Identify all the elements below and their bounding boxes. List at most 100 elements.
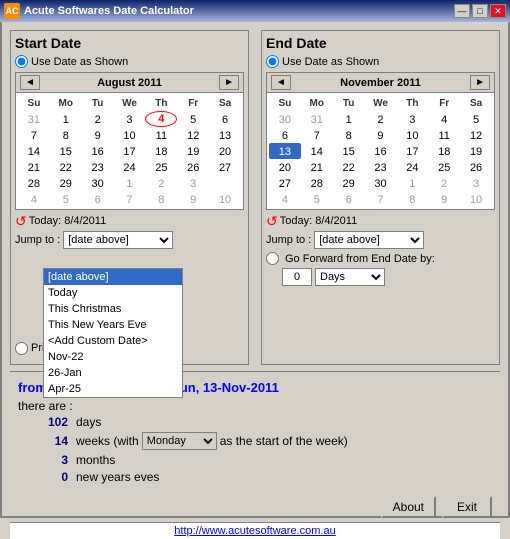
start-cal-day-selected[interactable]: 4 <box>145 111 177 127</box>
end-cal-day[interactable]: 30 <box>269 111 301 127</box>
end-cal-day[interactable]: 21 <box>301 159 333 175</box>
end-cal-day[interactable]: 9 <box>365 127 397 143</box>
dropdown-item-add-custom[interactable]: <Add Custom Date> <box>44 333 182 349</box>
end-cal-day[interactable]: 3 <box>460 175 492 191</box>
start-cal-day[interactable]: 23 <box>82 159 114 175</box>
start-cal-day[interactable]: 31 <box>18 111 50 127</box>
start-cal-day[interactable]: 8 <box>50 127 82 143</box>
start-prior-radio[interactable] <box>15 342 28 355</box>
start-cal-day[interactable]: 21 <box>18 159 50 175</box>
end-cal-day[interactable]: 18 <box>428 143 460 159</box>
start-use-date-radio[interactable] <box>15 55 28 68</box>
dropdown-item-christmas[interactable]: This Christmas <box>44 301 182 317</box>
start-cal-day[interactable]: 10 <box>209 191 241 207</box>
end-cal-day[interactable]: 8 <box>333 127 365 143</box>
start-cal-day[interactable]: 6 <box>209 111 241 127</box>
end-cal-day[interactable]: 19 <box>460 143 492 159</box>
end-cal-prev[interactable]: ◄ <box>271 75 291 90</box>
end-cal-day[interactable]: 10 <box>396 127 428 143</box>
dropdown-item-26jan[interactable]: 26-Jan <box>44 365 182 381</box>
end-go-days-select[interactable]: Days Weeks Months <box>315 268 385 286</box>
start-cal-day[interactable]: 3 <box>114 111 146 127</box>
dropdown-item-today[interactable]: Today <box>44 285 182 301</box>
result-week-select[interactable]: Monday Sunday Saturday <box>142 432 217 450</box>
end-go-input[interactable] <box>282 268 312 286</box>
start-cal-day[interactable]: 26 <box>177 159 209 175</box>
end-cal-day[interactable]: 1 <box>396 175 428 191</box>
end-cal-day[interactable]: 2 <box>428 175 460 191</box>
start-cal-day[interactable]: 5 <box>50 191 82 207</box>
end-use-date-radio[interactable] <box>266 55 279 68</box>
end-cal-day[interactable]: 31 <box>301 111 333 127</box>
start-cal-day[interactable]: 8 <box>145 191 177 207</box>
start-cal-day[interactable]: 27 <box>209 159 241 175</box>
end-cal-day[interactable]: 12 <box>460 127 492 143</box>
end-cal-day[interactable]: 14 <box>301 143 333 159</box>
end-cal-day[interactable]: 16 <box>365 143 397 159</box>
start-cal-day[interactable]: 9 <box>82 127 114 143</box>
end-cal-day[interactable]: 6 <box>333 191 365 207</box>
end-jump-select[interactable]: [date above] Today This Christmas <box>314 231 424 249</box>
start-cal-day[interactable]: 15 <box>50 143 82 159</box>
start-cal-day[interactable]: 14 <box>18 143 50 159</box>
start-cal-day[interactable]: 10 <box>114 127 146 143</box>
end-cal-day[interactable]: 23 <box>365 159 397 175</box>
start-cal-day[interactable]: 24 <box>114 159 146 175</box>
end-cal-day[interactable]: 15 <box>333 143 365 159</box>
end-cal-day[interactable]: 7 <box>365 191 397 207</box>
end-cal-day[interactable]: 2 <box>365 111 397 127</box>
start-cal-day[interactable]: 7 <box>18 127 50 143</box>
start-cal-day[interactable]: 5 <box>177 111 209 127</box>
start-cal-day[interactable]: 7 <box>114 191 146 207</box>
start-cal-day[interactable]: 28 <box>18 175 50 191</box>
end-cal-day[interactable]: 9 <box>428 191 460 207</box>
end-cal-day[interactable]: 30 <box>365 175 397 191</box>
start-cal-day[interactable]: 19 <box>177 143 209 159</box>
start-cal-day[interactable]: 22 <box>50 159 82 175</box>
dropdown-item-date-above[interactable]: [date above] <box>44 269 182 285</box>
start-cal-next[interactable]: ► <box>219 75 239 90</box>
start-cal-day[interactable]: 18 <box>145 143 177 159</box>
start-cal-day[interactable]: 13 <box>209 127 241 143</box>
start-cal-day[interactable]: 1 <box>50 111 82 127</box>
end-cal-day[interactable]: 25 <box>428 159 460 175</box>
end-cal-day[interactable]: 24 <box>396 159 428 175</box>
start-cal-day[interactable]: 30 <box>82 175 114 191</box>
start-cal-day[interactable]: 4 <box>18 191 50 207</box>
end-cal-day[interactable]: 4 <box>269 191 301 207</box>
start-cal-day[interactable]: 6 <box>82 191 114 207</box>
start-cal-day[interactable]: 9 <box>177 191 209 207</box>
start-jump-select[interactable]: [date above] Today This Christmas This N… <box>63 231 173 249</box>
end-cal-day[interactable]: 11 <box>428 127 460 143</box>
end-cal-day[interactable]: 8 <box>396 191 428 207</box>
end-cal-day[interactable]: 20 <box>269 159 301 175</box>
start-cal-day[interactable]: 16 <box>82 143 114 159</box>
end-cal-next[interactable]: ► <box>470 75 490 90</box>
end-cal-day[interactable]: 7 <box>301 127 333 143</box>
start-cal-day[interactable]: 11 <box>145 127 177 143</box>
end-cal-day[interactable]: 5 <box>460 111 492 127</box>
start-cal-day[interactable]: 2 <box>145 175 177 191</box>
footer-link[interactable]: http://www.acutesoftware.com.au <box>10 522 500 539</box>
dropdown-item-apr25[interactable]: Apr-25 <box>44 381 182 397</box>
end-cal-day[interactable]: 22 <box>333 159 365 175</box>
end-cal-day[interactable]: 4 <box>428 111 460 127</box>
dropdown-item-nov22[interactable]: Nov-22 <box>44 349 182 365</box>
end-go-forward-radio[interactable] <box>266 252 279 265</box>
end-cal-day[interactable]: 1 <box>333 111 365 127</box>
end-cal-day[interactable]: 3 <box>396 111 428 127</box>
end-cal-day-selected[interactable]: 13 <box>269 143 301 159</box>
end-cal-day[interactable]: 28 <box>301 175 333 191</box>
end-cal-day[interactable]: 26 <box>460 159 492 175</box>
end-cal-day[interactable]: 27 <box>269 175 301 191</box>
end-cal-day[interactable]: 6 <box>269 127 301 143</box>
end-cal-day[interactable]: 29 <box>333 175 365 191</box>
start-cal-day[interactable]: 2 <box>82 111 114 127</box>
end-cal-day[interactable]: 17 <box>396 143 428 159</box>
exit-button[interactable]: Exit <box>442 496 492 518</box>
end-cal-day[interactable]: 5 <box>301 191 333 207</box>
minimize-button[interactable]: — <box>454 4 470 18</box>
start-cal-day[interactable]: 1 <box>114 175 146 191</box>
start-cal-day[interactable]: 12 <box>177 127 209 143</box>
about-button[interactable]: About <box>381 496 436 518</box>
